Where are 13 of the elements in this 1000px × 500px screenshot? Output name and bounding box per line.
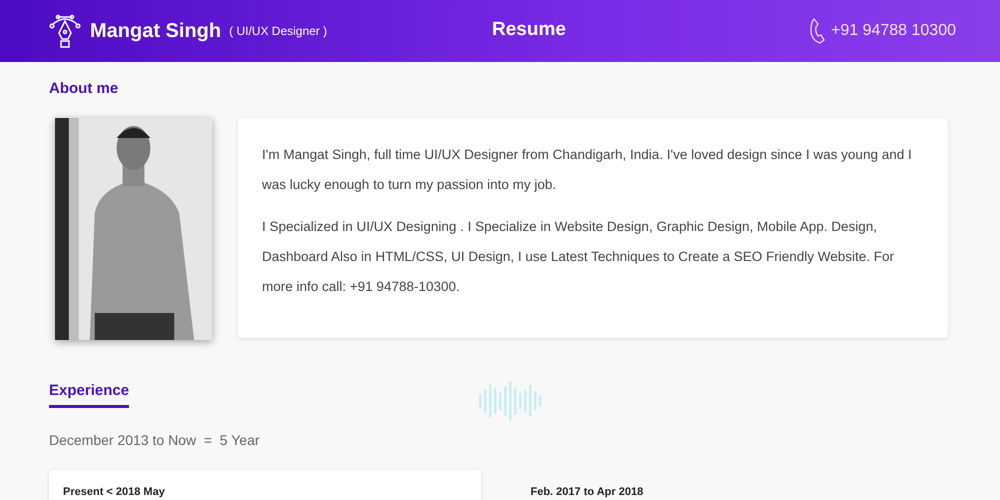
job-period: Feb. 2017 to Apr 2018 (530, 486, 644, 498)
about-paragraph: I Specialized in UI/UX Designing . I Specialize in Website Design, Graphic Design, Mobile App. Design, Dashboard Also in HTML/CSS, UI Design, I use Latest Techniques to Create a SEO Friendly Website. For more info call: +91 94788-10300. (262, 218, 896, 296)
section-heading: Experience (49, 382, 130, 408)
pen-tool-icon (48, 13, 82, 49)
phone-number: +91 94788 10300 (830, 22, 956, 40)
about-paragraph: I'm Mangat Singh, full time UI/UX Designer from Chandigarh, India. I've loved design since I was young and I was lucky enough to turn my passion into my job. (262, 146, 912, 194)
section-heading: About me (49, 80, 120, 98)
page-title: Resume (492, 19, 566, 41)
job-period: Present < 2018 May (63, 486, 165, 498)
phone-icon (808, 18, 825, 44)
role-label: ( UI/UX Designer ) (229, 24, 328, 38)
name-title: Mangat Singh (90, 20, 222, 42)
experience-summary: December 2013 to Now = 5 Year (49, 432, 261, 448)
